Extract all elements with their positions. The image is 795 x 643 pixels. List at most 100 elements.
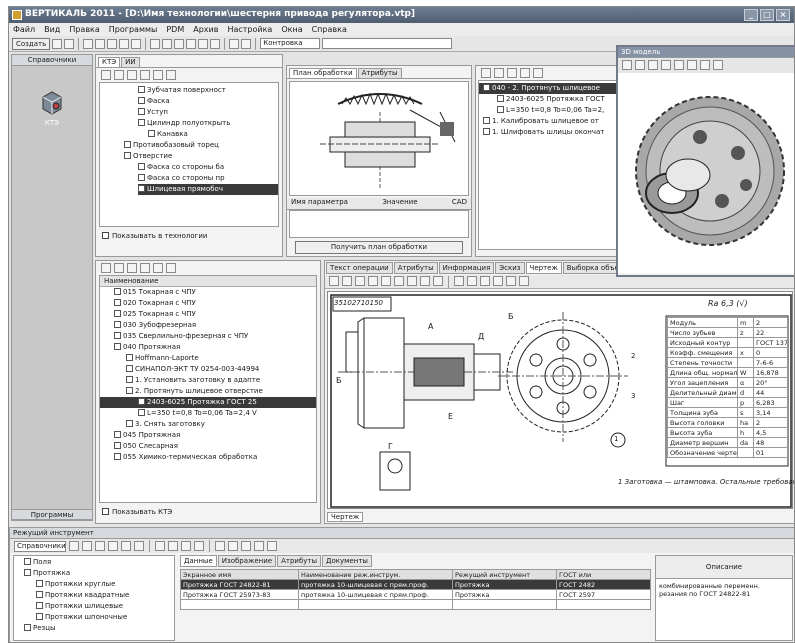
layers-icon[interactable]: [454, 276, 464, 286]
refresh-icon[interactable]: [229, 38, 240, 49]
pan-icon[interactable]: [394, 276, 404, 286]
sort-icon[interactable]: [168, 541, 178, 551]
delete-icon[interactable]: [131, 38, 142, 49]
tree-item[interactable]: Цилиндр полуоткрыть: [138, 118, 278, 129]
tree-item[interactable]: Уступ: [138, 107, 278, 118]
operation-item[interactable]: Hoffmann-Laporte: [100, 353, 316, 364]
tree-down-icon[interactable]: [166, 70, 176, 80]
tree-item[interactable]: Фаска: [138, 96, 278, 107]
tab-image[interactable]: Изображение: [217, 555, 277, 567]
operation-item[interactable]: 020 Токарная с ЧПУ: [100, 298, 316, 309]
maximize-button[interactable]: □: [760, 9, 774, 21]
operation-item[interactable]: 1. Установить заготовку в адапте: [100, 375, 316, 386]
kontrovka-value-field[interactable]: [322, 38, 453, 49]
programs-button[interactable]: Программы: [12, 509, 92, 520]
nav-last-icon[interactable]: [254, 541, 264, 551]
nav-prev-icon[interactable]: [228, 541, 238, 551]
tree-up-icon[interactable]: [153, 70, 163, 80]
table-row[interactable]: Протяжка ГОСТ 25973-83 протяжка 10-шлицев…: [180, 589, 651, 600]
tab-attributes[interactable]: Атрибуты: [357, 68, 402, 78]
paste-icon[interactable]: [119, 38, 130, 49]
copy-icon[interactable]: [107, 38, 118, 49]
operation-item[interactable]: L=350 t=0,8 To=0,06 Ta=2,4 V: [100, 408, 316, 419]
collapse-icon[interactable]: [114, 263, 124, 273]
move-icon[interactable]: [533, 68, 543, 78]
forward-icon[interactable]: [82, 541, 92, 551]
list-icon[interactable]: [140, 263, 150, 273]
zoom-window-icon[interactable]: [407, 276, 417, 286]
fit-icon[interactable]: [433, 276, 443, 286]
grid-icon[interactable]: [493, 276, 503, 286]
tool-tree-item[interactable]: Протяжки квадратные: [24, 590, 174, 601]
add-icon[interactable]: [127, 263, 137, 273]
preview-icon[interactable]: [162, 38, 173, 49]
tree-item[interactable]: Фаска со стороны ба: [138, 162, 278, 173]
menu-file[interactable]: Файл: [13, 25, 35, 34]
menu-help[interactable]: Справка: [312, 25, 347, 34]
shade-icon[interactable]: [713, 60, 723, 70]
copy-icon[interactable]: [134, 541, 144, 551]
export-icon[interactable]: [194, 541, 204, 551]
tab-operation-text[interactable]: Текст операции: [326, 262, 393, 274]
model3d-viewport[interactable]: [618, 73, 794, 273]
tool-tree-item[interactable]: Протяжка: [24, 568, 174, 579]
tool-tree-item[interactable]: Протяжки шпоночные: [24, 612, 174, 623]
apply-icon[interactable]: [267, 541, 277, 551]
open-icon[interactable]: [52, 38, 63, 49]
filter-icon[interactable]: [155, 541, 165, 551]
tree-item[interactable]: Отверстие: [124, 151, 278, 162]
references-combo[interactable]: Справочники: [14, 540, 66, 552]
table-icon[interactable]: [174, 38, 185, 49]
create-button[interactable]: Создать: [12, 37, 51, 50]
print-icon[interactable]: [506, 276, 516, 286]
undo-icon[interactable]: [83, 38, 94, 49]
save-icon[interactable]: [64, 38, 75, 49]
left-bar-header[interactable]: Справочники: [12, 55, 92, 66]
tab-attributes[interactable]: Атрибуты: [277, 555, 322, 567]
operation-item[interactable]: 055 Химико-термическая обработка: [100, 452, 316, 463]
tree-item[interactable]: Зубчатая поверхност: [138, 85, 278, 96]
tab-documents[interactable]: Документы: [322, 555, 372, 567]
refresh-icon[interactable]: [166, 263, 176, 273]
tab-attributes[interactable]: Атрибуты: [393, 262, 438, 274]
copy-icon[interactable]: [635, 60, 645, 70]
tree-item-selected[interactable]: Шлицевая прямобоч: [138, 184, 278, 195]
tool-tree-item[interactable]: Протяжки круглые: [24, 579, 174, 590]
tab-sketch[interactable]: Эскиз: [495, 262, 525, 274]
close-button[interactable]: ×: [776, 9, 790, 21]
list-icon[interactable]: [186, 38, 197, 49]
operation-item[interactable]: 040 Протяжная: [100, 342, 316, 353]
tree-add-icon[interactable]: [127, 70, 137, 80]
tab-plan[interactable]: План обработки: [289, 68, 357, 78]
zoom-icon[interactable]: [355, 276, 365, 286]
menu-windows[interactable]: Окна: [281, 25, 302, 34]
drawing-canvas[interactable]: 35102710150 Ra 6,3 (√) Б А Д Е Г Б 1 2 3…: [327, 291, 794, 509]
transition-item[interactable]: 040 - 2. Протянуть шлицевое: [479, 83, 617, 94]
table-row[interactable]: [180, 599, 651, 610]
menu-view[interactable]: Вид: [44, 25, 60, 34]
rotate-icon[interactable]: [674, 60, 684, 70]
fit-icon[interactable]: [700, 60, 710, 70]
operation-item[interactable]: 050 Слесарная: [100, 441, 316, 452]
operation-item[interactable]: 015 Токарная с ЧПУ: [100, 287, 316, 298]
transition-item[interactable]: 1. Шлифовать шлицы окончат: [479, 127, 617, 138]
operation-item[interactable]: 025 Токарная с ЧПУ: [100, 309, 316, 320]
cut-icon[interactable]: [95, 38, 106, 49]
pan-icon[interactable]: [687, 60, 697, 70]
minimize-button[interactable]: _: [744, 9, 758, 21]
operation-item[interactable]: 035 Сверлильно-фрезерная с ЧПУ: [100, 331, 316, 342]
settings-icon[interactable]: [210, 38, 221, 49]
edit-icon[interactable]: [520, 68, 530, 78]
menu-pdm[interactable]: PDM: [166, 25, 184, 34]
view-icon[interactable]: [622, 60, 632, 70]
nav-next-icon[interactable]: [241, 541, 251, 551]
tree-item[interactable]: Противобазовый торец: [124, 140, 278, 151]
tab-kte[interactable]: КТЭ: [98, 57, 121, 67]
table-row-selected[interactable]: Протяжка ГОСТ 24822-81 протяжка 10-шлицев…: [180, 579, 651, 590]
operation-item[interactable]: 030 Зубофрезерная: [100, 320, 316, 331]
print-icon[interactable]: [181, 541, 191, 551]
refresh-icon[interactable]: [95, 541, 105, 551]
tool-tree-item[interactable]: Протяжки шлицевые: [24, 601, 174, 612]
close-icon[interactable]: [368, 276, 378, 286]
back-icon[interactable]: [69, 541, 79, 551]
